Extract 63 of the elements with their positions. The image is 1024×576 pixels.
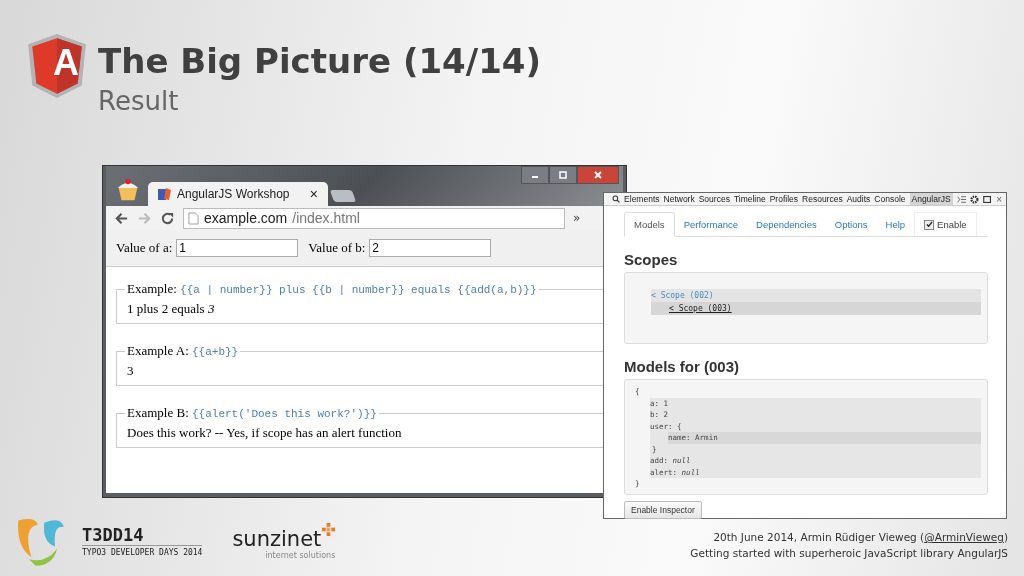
legend-label: Example: [127,281,177,296]
panel-tab[interactable]: Dependencies [747,212,826,236]
devtools-tab[interactable]: Audits [846,193,871,205]
diamond-squares-icon [322,522,336,536]
template-code: {{alert('Does this work?')}} [192,408,377,420]
slide-subtitle: Result [98,85,180,116]
legend-label: Example B: [127,405,189,420]
reload-icon[interactable] [160,210,175,226]
dock-icon[interactable] [983,193,993,205]
devtools-tab[interactable]: Profiles [769,193,799,205]
shield-logo-icon [26,32,88,100]
input-field[interactable]: 1 [176,239,299,257]
field-label: Value of a: [116,240,173,256]
devtools-tab[interactable]: Console [874,193,906,205]
maximize-icon [558,170,568,180]
slide-title: The Big Picture (14/14) [98,44,541,80]
address-bar[interactable]: example.com /index.html [183,207,565,229]
close-icon [593,170,603,180]
devtools-tab[interactable]: Timeline [733,193,766,205]
template-code: {{a+b}} [192,346,239,358]
enable-checkbox[interactable]: Enable [914,212,977,236]
devtools-tab[interactable]: Elements [624,193,660,205]
section-heading: Models for (003) [624,358,741,375]
back-icon[interactable] [114,210,129,226]
new-tab-button[interactable] [329,190,357,202]
devtools-tab[interactable]: AngularJS [909,193,953,205]
close-button[interactable]: × [996,193,1002,205]
devtools-tab[interactable]: Resources [802,193,843,205]
checkmark-icon [925,221,933,228]
section-heading: Scopes [624,251,679,268]
close-button[interactable] [577,166,619,184]
twitter-link[interactable]: @ArminVieweg [924,531,1004,543]
input-field[interactable]: 2 [369,239,492,257]
example-output: 3 [127,362,135,379]
field-label: Value of b: [308,240,366,256]
panel-tab[interactable]: Help [876,212,915,236]
logo-letter: A [52,42,80,84]
example-output: 1 plus 2 equals 3 [127,300,216,317]
legend-label: Example A: [127,343,189,358]
maximize-button[interactable] [549,166,577,184]
panel-tab[interactable]: Performance [674,212,747,236]
settings-icon[interactable] [970,193,980,205]
example-output: Does this work? -- Yes, if scope has an alert function [127,424,403,441]
devtools-tab[interactable]: Network [663,193,695,205]
event-logo-text: T3DD14 [82,525,203,546]
sponsor-tagline: internet solutions [264,550,336,560]
talk-title: Getting started with superheroic JavaScript library AngularJS [690,546,1008,561]
template-code: {{a | number}} plus {{b | number}} equals {{add(a,b)}} [180,284,537,296]
enable-inspector-button[interactable]: Enable Inspector [624,500,702,519]
search-icon[interactable] [612,194,621,204]
sponsor-logo-text: sunzinet [232,526,322,551]
minimize-button[interactable] [521,166,549,184]
credit-line: 20th June 2014, Armin Rüdiger Vieweg (@ArminVieweg) [712,530,1008,545]
console-drawer-icon[interactable] [956,194,967,204]
favicon-icon [158,187,172,201]
browser-tab[interactable]: AngularJS Workshop × [148,182,328,206]
event-tagline: TYPO3 DEVELOPER DAYS 2014 [82,548,203,557]
bookmarks-overflow-button[interactable]: » [573,211,581,225]
devtools-tab[interactable]: Sources [698,193,730,205]
scope-tree-item[interactable]: < Scope (003) [651,302,981,315]
panel-tab[interactable]: Models [624,212,675,237]
panel-tab[interactable]: Options [825,212,877,236]
close-tab-button[interactable]: × [309,186,318,202]
